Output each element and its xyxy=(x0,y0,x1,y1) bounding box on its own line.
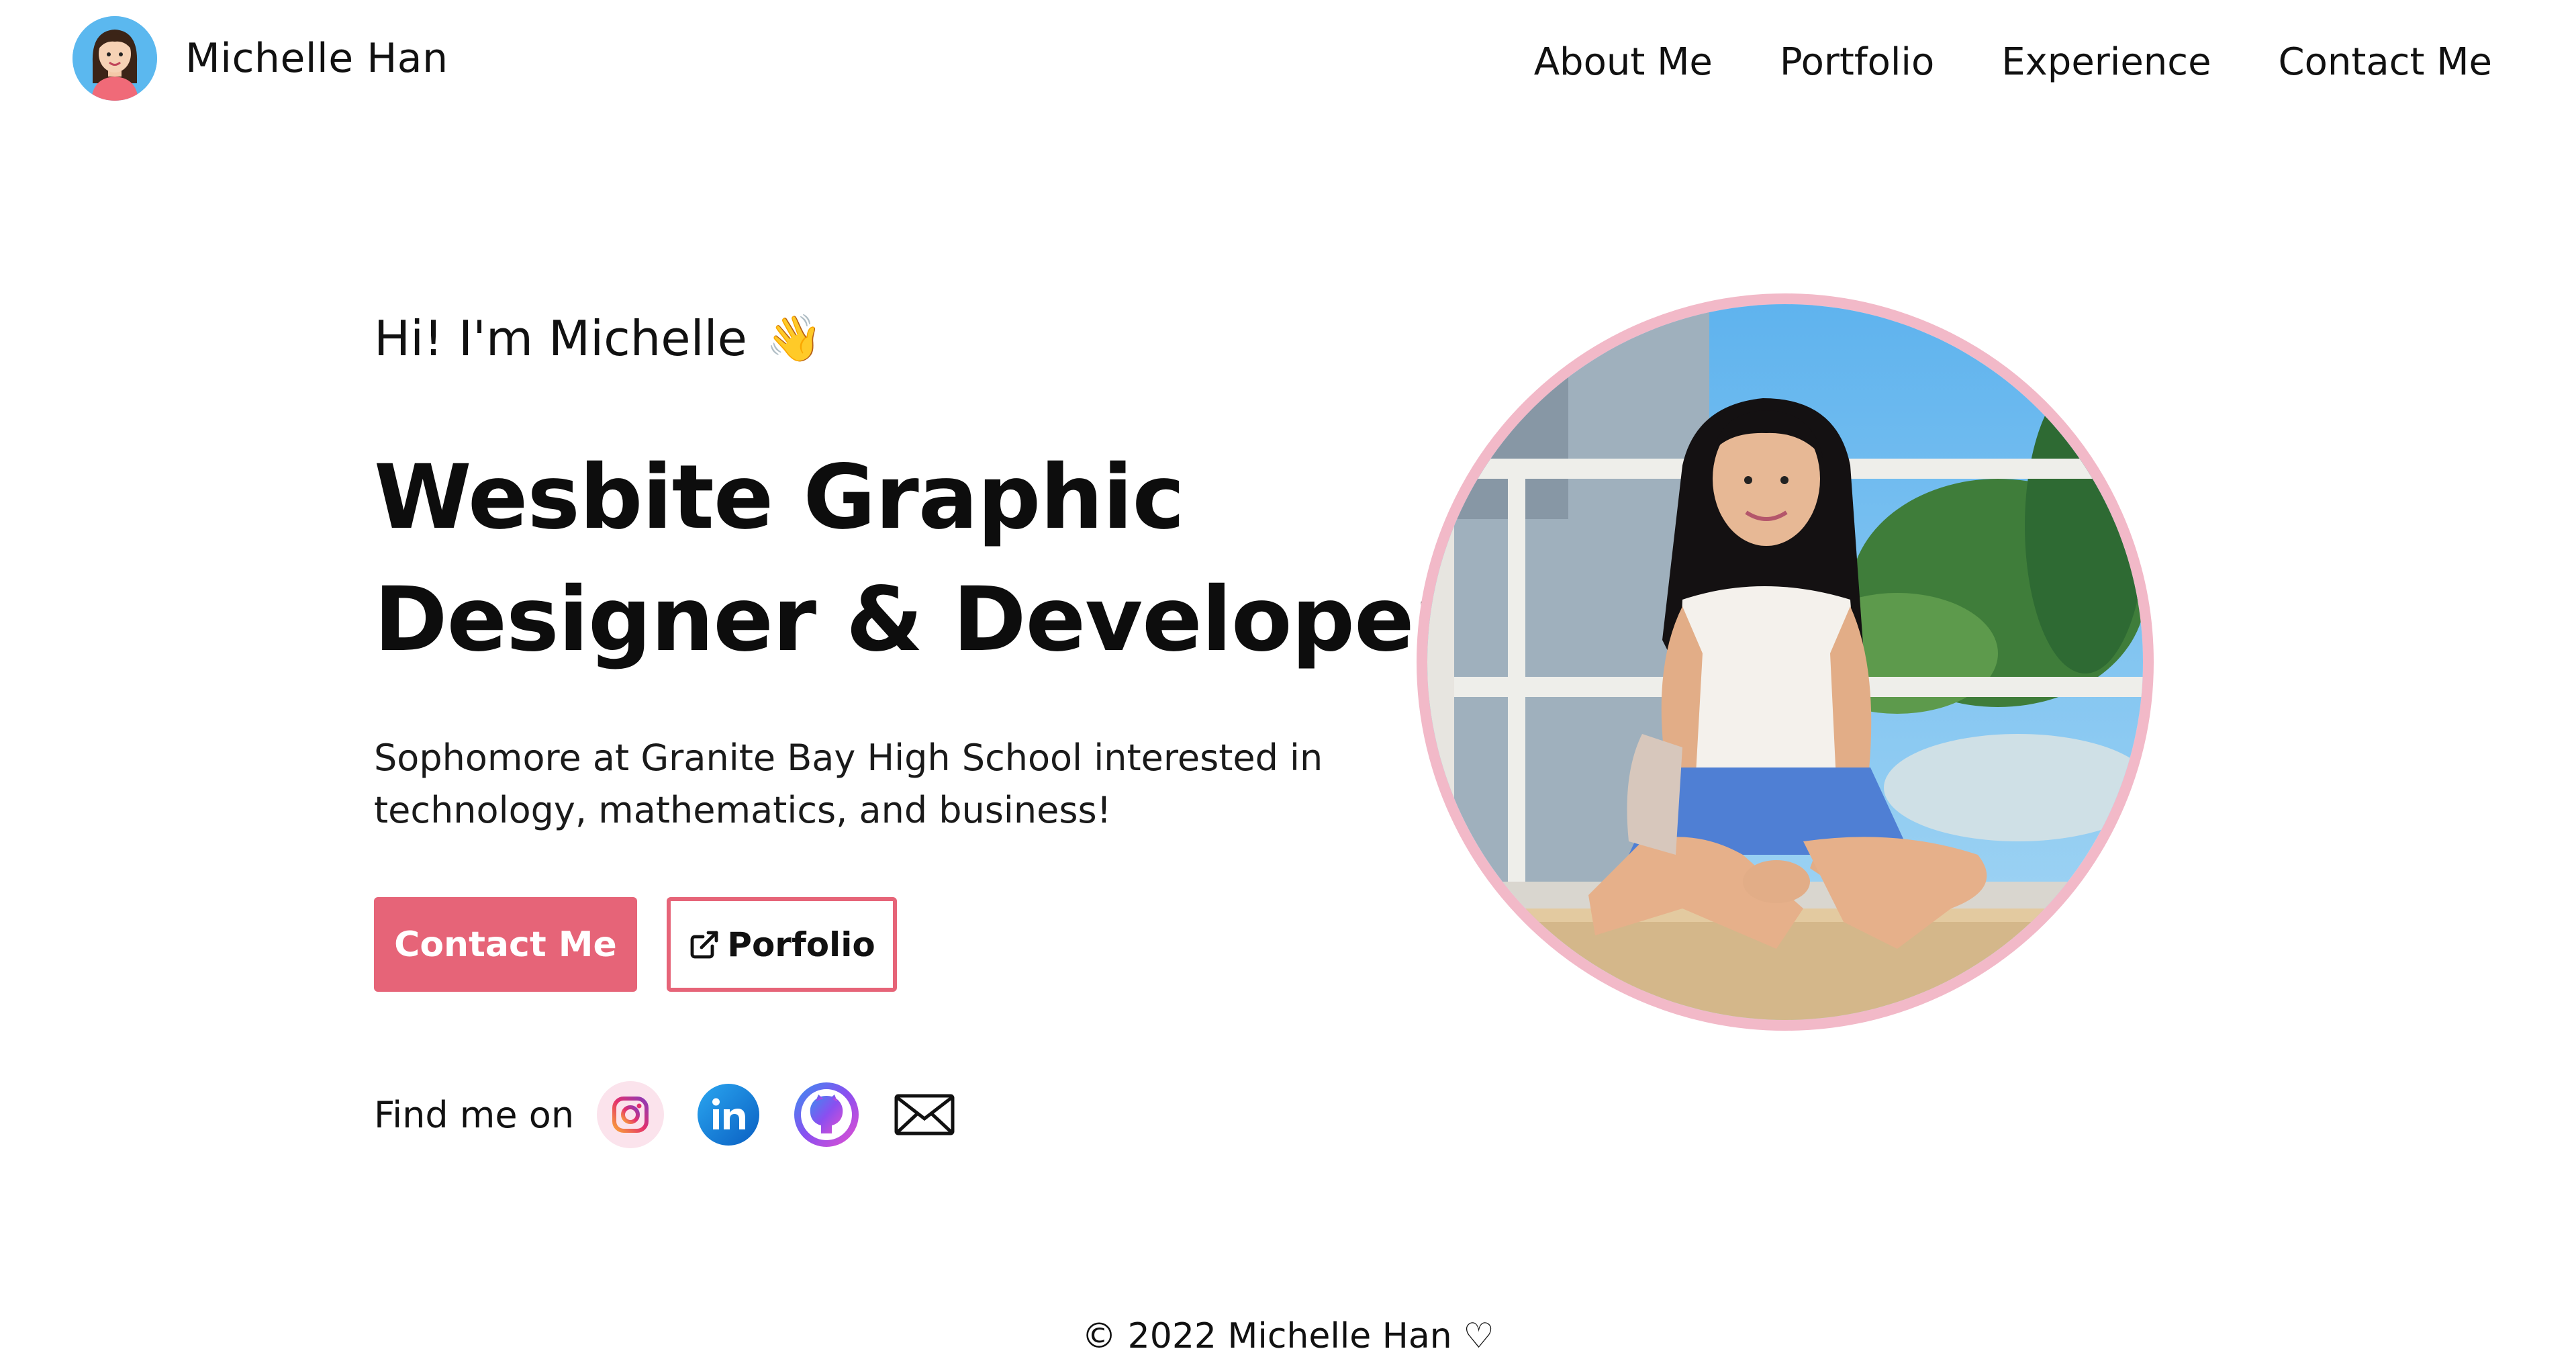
find-me-label: Find me on xyxy=(374,1093,575,1136)
portfolio-button[interactable]: Porfolio xyxy=(667,897,897,992)
greeting-text: Hi! I'm Michelle xyxy=(374,310,747,367)
portfolio-button-label: Porfolio xyxy=(727,925,875,964)
waving-hand-icon: 👋 xyxy=(765,312,823,365)
profile-photo xyxy=(1417,293,2154,1031)
headline-line-2: Designer & Developer xyxy=(374,568,1458,671)
contact-me-button[interactable]: Contact Me xyxy=(374,897,637,992)
footer-copyright: © 2022 Michelle Han ♡ xyxy=(1082,1316,1494,1349)
nav-contact-me[interactable]: Contact Me xyxy=(2279,40,2492,84)
main-nav: About Me Portfolio Experience Contact Me xyxy=(1534,40,2492,84)
github-icon[interactable] xyxy=(793,1081,860,1148)
nav-portfolio[interactable]: Portfolio xyxy=(1780,40,1934,84)
instagram-icon[interactable] xyxy=(597,1081,665,1148)
external-link-icon xyxy=(688,929,720,961)
bio: Sophomore at Granite Bay High School int… xyxy=(374,732,1347,837)
mail-icon[interactable] xyxy=(891,1081,958,1148)
home-link[interactable]: Michelle Han xyxy=(73,16,448,101)
page: Michelle Han About Me Portfolio Experien… xyxy=(0,0,2576,1349)
bio-line-2: technology, mathematics, and business! xyxy=(374,789,1112,831)
nav-about-me[interactable]: About Me xyxy=(1534,40,1713,84)
linkedin-icon[interactable] xyxy=(695,1081,762,1148)
bio-line-1: Sophomore at Granite Bay High School int… xyxy=(374,737,1323,779)
greeting: Hi! I'm Michelle 👋 xyxy=(374,310,823,367)
brand-name: Michelle Han xyxy=(185,35,448,82)
nav-experience[interactable]: Experience xyxy=(2001,40,2211,84)
headline-line-1: Wesbite Graphic xyxy=(374,446,1185,549)
social-links: Find me on xyxy=(374,1081,989,1148)
avatar xyxy=(73,16,157,101)
headline: Wesbite Graphic Designer & Developer xyxy=(374,436,1458,681)
